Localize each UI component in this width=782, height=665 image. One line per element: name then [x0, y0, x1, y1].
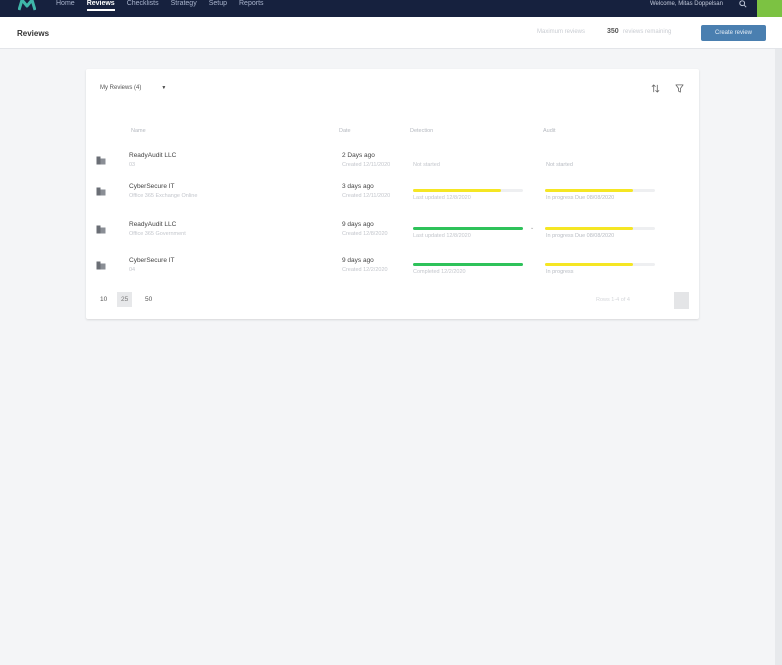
- folder-icon: [96, 261, 106, 270]
- review-name[interactable]: CyberSecure IT: [129, 183, 175, 190]
- next-page-button[interactable]: [674, 292, 689, 309]
- detection-status: Last updated 12/8/2020: [413, 195, 471, 201]
- sort-icon[interactable]: [651, 84, 660, 93]
- brand-logo-icon[interactable]: [18, 0, 36, 12]
- welcome-text: Welcome, Mitas Doppelsan: [650, 1, 723, 7]
- review-created: Created 12/2/2020: [342, 267, 388, 273]
- review-time: 9 days ago: [342, 221, 374, 228]
- audit-status: In progress: [546, 269, 574, 275]
- reviews-card: My Reviews (4) ▼ Name Date Detection Aud…: [86, 69, 699, 319]
- audit-progress-bar: [545, 227, 633, 230]
- pagination-range: Rows 1-4 of 4: [596, 297, 630, 303]
- review-time: 2 Days ago: [342, 152, 375, 159]
- summary-value: 350: [607, 28, 619, 35]
- account-accent-strip[interactable]: [757, 0, 782, 17]
- folder-icon: [96, 156, 106, 165]
- nav-item-setup[interactable]: Setup: [209, 0, 227, 11]
- detection-status: Last updated 12/8/2020: [413, 233, 471, 239]
- audit-progress-bar: [545, 263, 633, 266]
- table-row[interactable]: ReadyAudit LLC Office 365 Government 9 day…: [86, 221, 699, 255]
- nav-item-reviews[interactable]: Reviews: [86, 0, 115, 11]
- page-size-option-selected[interactable]: 25: [117, 292, 133, 307]
- nav-item-reports[interactable]: Reports: [239, 0, 264, 11]
- review-created: Created 12/8/2020: [342, 231, 388, 237]
- review-subtitle: 03: [129, 162, 136, 168]
- page-size-option[interactable]: 50: [145, 296, 152, 303]
- review-time: 3 days ago: [342, 183, 374, 190]
- nav-item-checklists[interactable]: Checklists: [127, 0, 159, 11]
- review-filter-label: My Reviews (4): [100, 85, 142, 91]
- page-title: Reviews: [17, 29, 50, 38]
- detection-progress-bar: [413, 227, 523, 230]
- audit-status: Not started: [546, 162, 573, 168]
- page-header: Reviews Maximum reviews 350 reviews rema…: [0, 17, 782, 49]
- table-row[interactable]: ReadyAudit LLC 03 2 Days ago Created 12/11/…: [86, 152, 699, 186]
- page-size-option[interactable]: 10: [100, 296, 107, 303]
- chevron-down-icon[interactable]: ⌄: [530, 225, 534, 231]
- review-name[interactable]: ReadyAudit LLC: [129, 152, 176, 159]
- table-row[interactable]: CyberSecure IT 04 9 days ago Created 12/2/2…: [86, 257, 699, 291]
- summary-label: Maximum reviews: [537, 29, 586, 35]
- main-nav: Home Reviews Checklists Strategy Setup Report…: [56, 0, 276, 11]
- review-created: Created 12/11/2020: [342, 193, 391, 199]
- page-scrollbar[interactable]: [775, 49, 782, 665]
- review-filter-select[interactable]: My Reviews (4) ▼: [100, 85, 166, 91]
- column-header-name[interactable]: Name: [131, 128, 146, 134]
- review-subtitle: Office 365 Government: [129, 231, 186, 237]
- nav-item-strategy[interactable]: Strategy: [171, 0, 197, 11]
- nav-item-home[interactable]: Home: [56, 0, 75, 11]
- top-nav-bar: Home Reviews Checklists Strategy Setup Report…: [0, 0, 782, 17]
- chevron-down-icon: ▼: [161, 85, 167, 91]
- folder-icon: [96, 187, 106, 196]
- detection-progress-bar: [413, 263, 523, 266]
- audit-progress-bar: [545, 189, 633, 192]
- filter-funnel-icon[interactable]: [675, 84, 684, 93]
- create-review-button[interactable]: Create review: [701, 25, 766, 41]
- review-subtitle: Office 365 Exchange Online: [129, 193, 198, 199]
- detection-status: Completed 12/2/2020: [413, 269, 466, 275]
- folder-icon: [96, 225, 106, 234]
- column-header-date[interactable]: Date: [339, 128, 351, 134]
- review-time: 9 days ago: [342, 257, 374, 264]
- column-header-detection[interactable]: Detection: [410, 128, 433, 134]
- column-header-audit[interactable]: Audit: [543, 128, 556, 134]
- audit-status: In progress Due 08/08/2020: [546, 195, 615, 201]
- review-name[interactable]: ReadyAudit LLC: [129, 221, 176, 228]
- review-name[interactable]: CyberSecure IT: [129, 257, 175, 264]
- review-created: Created 12/11/2020: [342, 162, 391, 168]
- review-subtitle: 04: [129, 267, 136, 273]
- detection-status: Not started: [413, 162, 440, 168]
- search-icon[interactable]: [739, 0, 747, 8]
- table-row[interactable]: CyberSecure IT Office 365 Exchange Online…: [86, 183, 699, 217]
- detection-progress-bar: [413, 189, 501, 192]
- audit-status: In progress Due 08/08/2020: [546, 233, 615, 239]
- summary-label-secondary: reviews remaining: [623, 29, 672, 35]
